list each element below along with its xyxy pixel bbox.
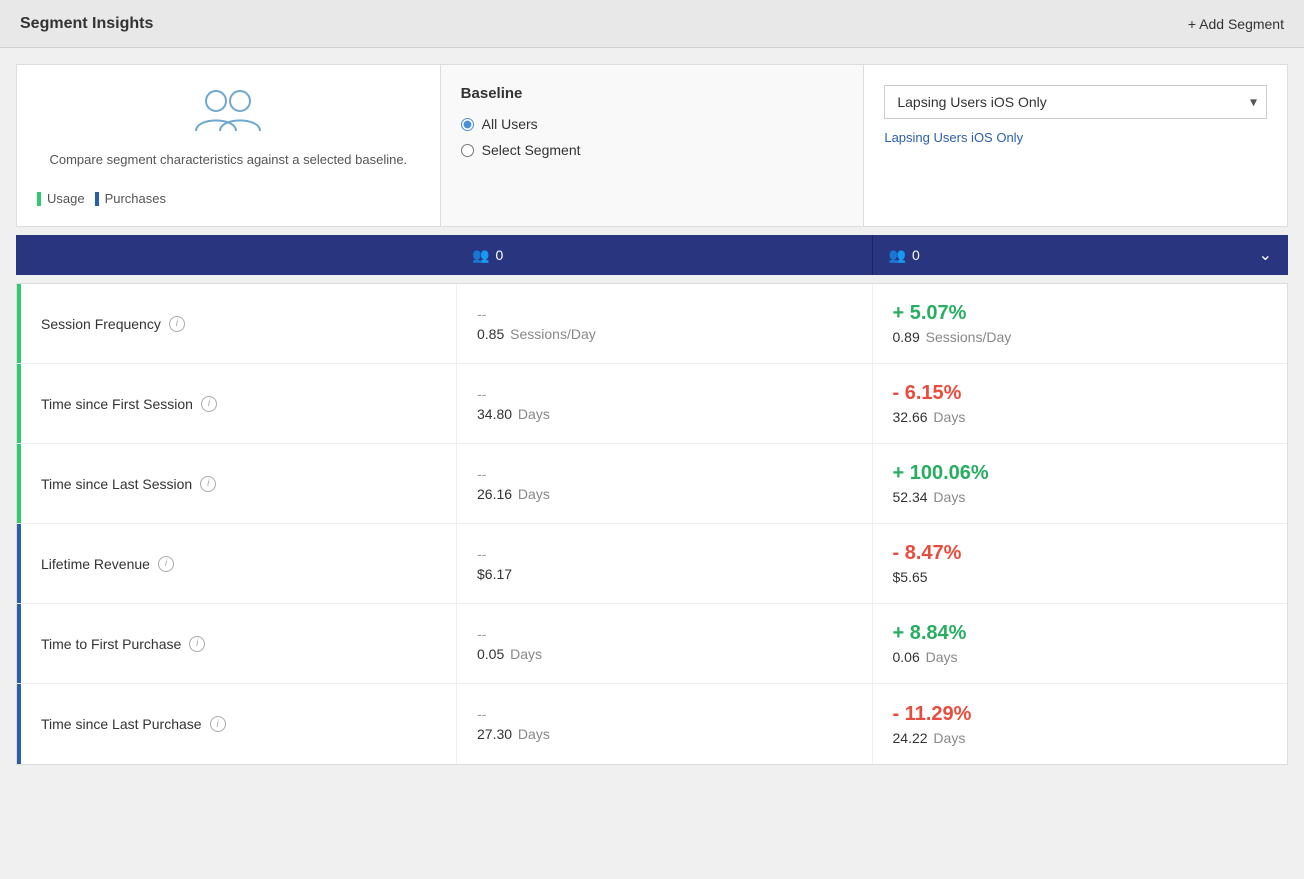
metric-label-col-1: Time since First Session i [17, 364, 457, 443]
metric-row: Session Frequency i -- 0.85 Sessions/Day… [17, 284, 1287, 364]
baseline-column: Baseline All Users Select Segment [441, 65, 865, 226]
segment-value-0: 0.89 Sessions/Day [893, 329, 1268, 345]
baseline-value-col-5: -- 27.30 Days [457, 684, 873, 764]
baseline-value-col-2: -- 26.16 Days [457, 444, 873, 523]
metric-label-col-0: Session Frequency i [17, 284, 457, 363]
info-icon-3[interactable]: i [158, 556, 174, 572]
page-title: Segment Insights [20, 15, 153, 33]
metric-label-col-2: Time since Last Session i [17, 444, 457, 523]
metrics-table: Session Frequency i -- 0.85 Sessions/Day… [16, 283, 1288, 765]
baseline-value-col-4: -- 0.05 Days [457, 604, 873, 683]
baseline-dash-3: -- [477, 546, 852, 562]
metric-row: Time since First Session i -- 34.80 Days… [17, 364, 1287, 444]
segment-percent-2: + 100.06% [893, 462, 1268, 485]
metric-label-col-4: Time to First Purchase i [17, 604, 457, 683]
metric-label-2: Time since Last Session [41, 476, 192, 492]
legend: Usage Purchases [37, 191, 166, 206]
segment-selector-column: Lapsing Users iOS Only ▾ Lapsing Users i… [864, 65, 1287, 226]
segment-value-col-0: + 5.07% 0.89 Sessions/Day [873, 284, 1288, 363]
metric-label-4: Time to First Purchase [41, 636, 181, 652]
baseline-value-4: 0.05 Days [477, 646, 852, 662]
purchases-legend-dot [95, 192, 99, 206]
segment-value-1: 32.66 Days [893, 409, 1268, 425]
info-icon-4[interactable]: i [189, 636, 205, 652]
all-users-option[interactable]: All Users [461, 116, 844, 132]
main-content: Compare segment characteristics against … [0, 48, 1304, 781]
select-segment-label: Select Segment [482, 142, 581, 158]
baseline-dash-4: -- [477, 626, 852, 642]
all-users-radio[interactable] [461, 118, 474, 131]
metric-label-col-3: Lifetime Revenue i [17, 524, 457, 603]
segment-value-col-5: - 11.29% 24.22 Days [873, 684, 1288, 764]
segment-percent-1: - 6.15% [893, 382, 1268, 405]
usage-legend-label: Usage [47, 191, 85, 206]
segment-value-5: 24.22 Days [893, 730, 1268, 746]
all-users-label: All Users [482, 116, 538, 132]
description-text: Compare segment characteristics against … [49, 152, 407, 167]
baseline-count: 0 [495, 247, 503, 263]
baseline-value-2: 26.16 Days [477, 486, 852, 502]
segment-users-icon: 👥 [889, 247, 906, 264]
baseline-value-col-3: -- $6.17 [457, 524, 873, 603]
segment-link[interactable]: Lapsing Users iOS Only [884, 130, 1023, 145]
segment-chevron-icon: ⌄ [1259, 245, 1272, 265]
baseline-value-col-1: -- 34.80 Days [457, 364, 873, 443]
metric-label-1: Time since First Session [41, 396, 193, 412]
metric-row: Time to First Purchase i -- 0.05 Days + … [17, 604, 1287, 684]
baseline-title: Baseline [461, 85, 844, 102]
segment-count-bar: 👥 0 ⌄ [873, 235, 1289, 275]
baseline-count-bar: 👥 0 [456, 235, 873, 275]
baseline-value-5: 27.30 Days [477, 726, 852, 742]
segment-percent-4: + 8.84% [893, 622, 1268, 645]
metric-label-0: Session Frequency [41, 316, 161, 332]
metric-row: Lifetime Revenue i -- $6.17 - 8.47% $5.6… [17, 524, 1287, 604]
segment-percent-5: - 11.29% [893, 703, 1268, 726]
select-segment-radio[interactable] [461, 144, 474, 157]
segment-value-col-2: + 100.06% 52.34 Days [873, 444, 1288, 523]
segment-value-4: 0.06 Days [893, 649, 1268, 665]
segment-value-3: $5.65 [893, 569, 1268, 585]
add-segment-button[interactable]: + Add Segment [1188, 16, 1284, 32]
metric-row: Time since Last Session i -- 26.16 Days … [17, 444, 1287, 524]
segment-value-col-3: - 8.47% $5.65 [873, 524, 1288, 603]
baseline-users-icon: 👥 [472, 247, 489, 264]
baseline-dash-0: -- [477, 306, 852, 322]
info-icon-5[interactable]: i [210, 716, 226, 732]
description-column: Compare segment characteristics against … [17, 65, 441, 226]
baseline-value-col-0: -- 0.85 Sessions/Day [457, 284, 873, 363]
select-segment-option[interactable]: Select Segment [461, 142, 844, 158]
segment-percent-0: + 5.07% [893, 302, 1268, 325]
segment-select[interactable]: Lapsing Users iOS Only [884, 85, 1267, 119]
baseline-value-1: 34.80 Days [477, 406, 852, 422]
purchases-legend-label: Purchases [105, 191, 166, 206]
metric-row: Time since Last Purchase i -- 27.30 Days… [17, 684, 1287, 764]
baseline-value-0: 0.85 Sessions/Day [477, 326, 852, 342]
count-bar-left [16, 235, 456, 275]
info-icon-1[interactable]: i [201, 396, 217, 412]
segment-value-col-4: + 8.84% 0.06 Days [873, 604, 1288, 683]
metric-label-col-5: Time since Last Purchase i [17, 684, 457, 764]
segment-percent-3: - 8.47% [893, 542, 1268, 565]
segment-select-wrapper: Lapsing Users iOS Only ▾ [884, 85, 1267, 119]
baseline-dash-2: -- [477, 466, 852, 482]
info-icon-2[interactable]: i [200, 476, 216, 492]
segment-count: 0 [912, 247, 920, 263]
segment-value-2: 52.34 Days [893, 489, 1268, 505]
count-bars-row: 👥 0 👥 0 ⌄ [16, 235, 1288, 275]
info-icon-0[interactable]: i [169, 316, 185, 332]
baseline-dash-1: -- [477, 386, 852, 402]
segment-value-col-1: - 6.15% 32.66 Days [873, 364, 1288, 443]
baseline-value-3: $6.17 [477, 566, 852, 582]
top-bar: Segment Insights + Add Segment [0, 0, 1304, 48]
users-icon [192, 85, 264, 140]
usage-legend-dot [37, 192, 41, 206]
baseline-dash-5: -- [477, 706, 852, 722]
top-panel: Compare segment characteristics against … [16, 64, 1288, 227]
metric-label-3: Lifetime Revenue [41, 556, 150, 572]
metric-label-5: Time since Last Purchase [41, 716, 202, 732]
